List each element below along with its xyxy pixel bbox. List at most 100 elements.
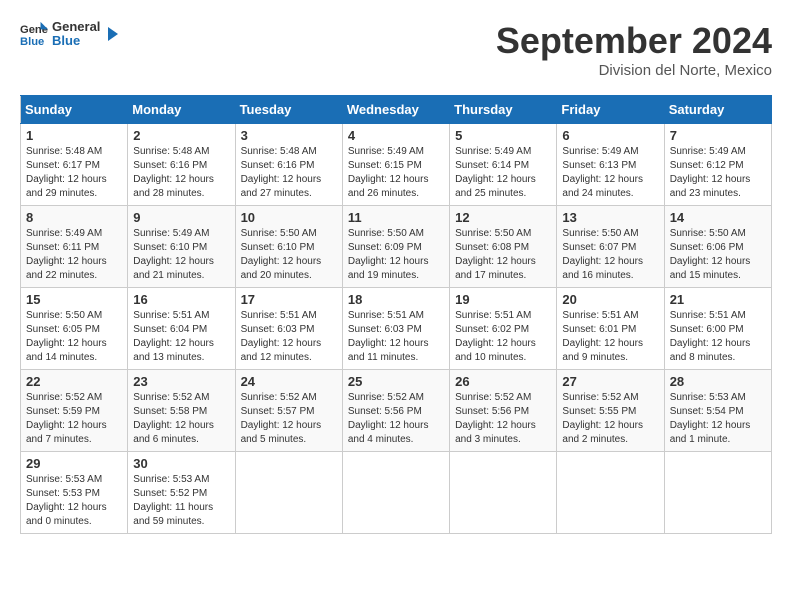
col-sunday: Sunday [21, 96, 128, 124]
day-number: 6 [562, 128, 658, 143]
day-number: 11 [348, 210, 444, 225]
calendar-week-row: 15 Sunrise: 5:50 AM Sunset: 6:05 PM Dayli… [21, 288, 772, 370]
cell-content: Sunrise: 5:51 AM Sunset: 6:02 PM Dayligh… [455, 309, 551, 365]
table-row: 16Sunrise: 5:51 AM Sunset: 6:04 PM Dayli… [128, 288, 235, 370]
table-row: 19 Sunrise: 5:51 AM Sunset: 6:02 PM Dayli… [450, 288, 557, 370]
cell-content: Sunrise: 5:52 AM Sunset: 5:56 PM Dayligh… [455, 391, 551, 447]
month-title: September 2024 [496, 20, 772, 62]
cell-content: Sunrise: 5:53 AM Sunset: 5:54 PM Dayligh… [670, 391, 766, 447]
cell-content: Sunrise: 5:52 AM Sunset: 5:58 PM Dayligh… [133, 391, 229, 447]
day-number: 23 [133, 374, 229, 389]
table-row: 2 Sunrise: 5:48 AM Sunset: 6:16 PM Daylig… [128, 124, 235, 206]
cell-content: Sunrise: 5:52 AM Sunset: 5:56 PM Dayligh… [348, 391, 444, 447]
day-number: 2 [133, 128, 229, 143]
cell-content: Sunrise: 5:49 AM Sunset: 6:13 PM Dayligh… [562, 145, 658, 201]
day-number: 22 [26, 374, 122, 389]
cell-content: Sunrise: 5:48 AM Sunset: 6:16 PM Dayligh… [241, 145, 337, 201]
col-tuesday: Tuesday [235, 96, 342, 124]
day-number: 18 [348, 292, 444, 307]
day-number: 7 [670, 128, 766, 143]
day-number: 3 [241, 128, 337, 143]
svg-text:Blue: Blue [20, 36, 44, 48]
calendar-week-row: 29Sunrise: 5:53 AM Sunset: 5:53 PM Dayli… [21, 452, 772, 534]
cell-content: Sunrise: 5:51 AM Sunset: 6:04 PM Dayligh… [133, 309, 229, 365]
table-row: 22 Sunrise: 5:52 AM Sunset: 5:59 PM Dayli… [21, 370, 128, 452]
cell-content: Sunrise: 5:50 AM Sunset: 6:09 PM Dayligh… [348, 227, 444, 283]
day-number: 12 [455, 210, 551, 225]
day-number: 14 [670, 210, 766, 225]
day-number: 5 [455, 128, 551, 143]
calendar-header-row: Sunday Monday Tuesday Wednesday Thursday… [21, 96, 772, 124]
table-row: 18 Sunrise: 5:51 AM Sunset: 6:03 PM Dayli… [342, 288, 449, 370]
day-number: 30 [133, 456, 229, 471]
col-thursday: Thursday [450, 96, 557, 124]
day-number: 8 [26, 210, 122, 225]
day-number: 20 [562, 292, 658, 307]
logo-arrow-icon [104, 25, 122, 43]
calendar-week-row: 8Sunrise: 5:49 AM Sunset: 6:11 PM Daylig… [21, 206, 772, 288]
day-number: 28 [670, 374, 766, 389]
table-row: 15 Sunrise: 5:50 AM Sunset: 6:05 PM Dayli… [21, 288, 128, 370]
table-row: 20Sunrise: 5:51 AM Sunset: 6:01 PM Dayli… [557, 288, 664, 370]
calendar-week-row: 1Sunrise: 5:48 AM Sunset: 6:17 PM Daylig… [21, 124, 772, 206]
cell-content: Sunrise: 5:52 AM Sunset: 5:57 PM Dayligh… [241, 391, 337, 447]
day-number: 25 [348, 374, 444, 389]
table-row: 5 Sunrise: 5:49 AM Sunset: 6:14 PM Daylig… [450, 124, 557, 206]
day-number: 21 [670, 292, 766, 307]
day-number: 9 [133, 210, 229, 225]
cell-content: Sunrise: 5:51 AM Sunset: 6:00 PM Dayligh… [670, 309, 766, 365]
col-monday: Monday [128, 96, 235, 124]
day-number: 17 [241, 292, 337, 307]
table-row: 9Sunrise: 5:49 AM Sunset: 6:10 PM Daylig… [128, 206, 235, 288]
cell-content: Sunrise: 5:50 AM Sunset: 6:06 PM Dayligh… [670, 227, 766, 283]
table-row: 24 Sunrise: 5:52 AM Sunset: 5:57 PM Dayli… [235, 370, 342, 452]
table-row: 27 Sunrise: 5:52 AM Sunset: 5:55 PM Dayli… [557, 370, 664, 452]
table-row: 1Sunrise: 5:48 AM Sunset: 6:17 PM Daylig… [21, 124, 128, 206]
day-number: 24 [241, 374, 337, 389]
table-row: 23 Sunrise: 5:52 AM Sunset: 5:58 PM Dayli… [128, 370, 235, 452]
day-number: 19 [455, 292, 551, 307]
table-row [235, 452, 342, 534]
cell-content: Sunrise: 5:50 AM Sunset: 6:05 PM Dayligh… [26, 309, 122, 365]
cell-content: Sunrise: 5:48 AM Sunset: 6:16 PM Dayligh… [133, 145, 229, 201]
table-row: 12 Sunrise: 5:50 AM Sunset: 6:08 PM Dayli… [450, 206, 557, 288]
table-row: 17Sunrise: 5:51 AM Sunset: 6:03 PM Dayli… [235, 288, 342, 370]
day-number: 15 [26, 292, 122, 307]
cell-content: Sunrise: 5:49 AM Sunset: 6:15 PM Dayligh… [348, 145, 444, 201]
day-number: 4 [348, 128, 444, 143]
day-number: 13 [562, 210, 658, 225]
table-row: 29Sunrise: 5:53 AM Sunset: 5:53 PM Dayli… [21, 452, 128, 534]
calendar-week-row: 22 Sunrise: 5:52 AM Sunset: 5:59 PM Dayli… [21, 370, 772, 452]
table-row: 4 Sunrise: 5:49 AM Sunset: 6:15 PM Daylig… [342, 124, 449, 206]
cell-content: Sunrise: 5:52 AM Sunset: 5:55 PM Dayligh… [562, 391, 658, 447]
cell-content: Sunrise: 5:52 AM Sunset: 5:59 PM Dayligh… [26, 391, 122, 447]
table-row [342, 452, 449, 534]
col-saturday: Saturday [664, 96, 771, 124]
cell-content: Sunrise: 5:51 AM Sunset: 6:03 PM Dayligh… [348, 309, 444, 365]
cell-content: Sunrise: 5:48 AM Sunset: 6:17 PM Dayligh… [26, 145, 122, 201]
table-row [557, 452, 664, 534]
table-row: 30 Sunrise: 5:53 AM Sunset: 5:52 PM Dayli… [128, 452, 235, 534]
cell-content: Sunrise: 5:53 AM Sunset: 5:52 PM Dayligh… [133, 473, 229, 529]
title-block: September 2024 Division del Norte, Mexic… [496, 20, 772, 79]
table-row: 7Sunrise: 5:49 AM Sunset: 6:12 PM Daylig… [664, 124, 771, 206]
cell-content: Sunrise: 5:50 AM Sunset: 6:10 PM Dayligh… [241, 227, 337, 283]
table-row [450, 452, 557, 534]
table-row [664, 452, 771, 534]
table-row: 6 Sunrise: 5:49 AM Sunset: 6:13 PM Daylig… [557, 124, 664, 206]
cell-content: Sunrise: 5:50 AM Sunset: 6:08 PM Dayligh… [455, 227, 551, 283]
table-row: 25 Sunrise: 5:52 AM Sunset: 5:56 PM Dayli… [342, 370, 449, 452]
table-row: 21 Sunrise: 5:51 AM Sunset: 6:00 PM Dayli… [664, 288, 771, 370]
logo: General Blue General Blue [20, 20, 122, 49]
day-number: 27 [562, 374, 658, 389]
logo-general: General [52, 20, 100, 34]
table-row: 11 Sunrise: 5:50 AM Sunset: 6:09 PM Dayli… [342, 206, 449, 288]
page-header: General Blue General Blue September 2024… [20, 20, 772, 79]
table-row: 13Sunrise: 5:50 AM Sunset: 6:07 PM Dayli… [557, 206, 664, 288]
day-number: 26 [455, 374, 551, 389]
table-row: 3 Sunrise: 5:48 AM Sunset: 6:16 PM Daylig… [235, 124, 342, 206]
table-row: 14 Sunrise: 5:50 AM Sunset: 6:06 PM Dayli… [664, 206, 771, 288]
cell-content: Sunrise: 5:49 AM Sunset: 6:14 PM Dayligh… [455, 145, 551, 201]
table-row: 28 Sunrise: 5:53 AM Sunset: 5:54 PM Dayli… [664, 370, 771, 452]
table-row: 26 Sunrise: 5:52 AM Sunset: 5:56 PM Dayli… [450, 370, 557, 452]
